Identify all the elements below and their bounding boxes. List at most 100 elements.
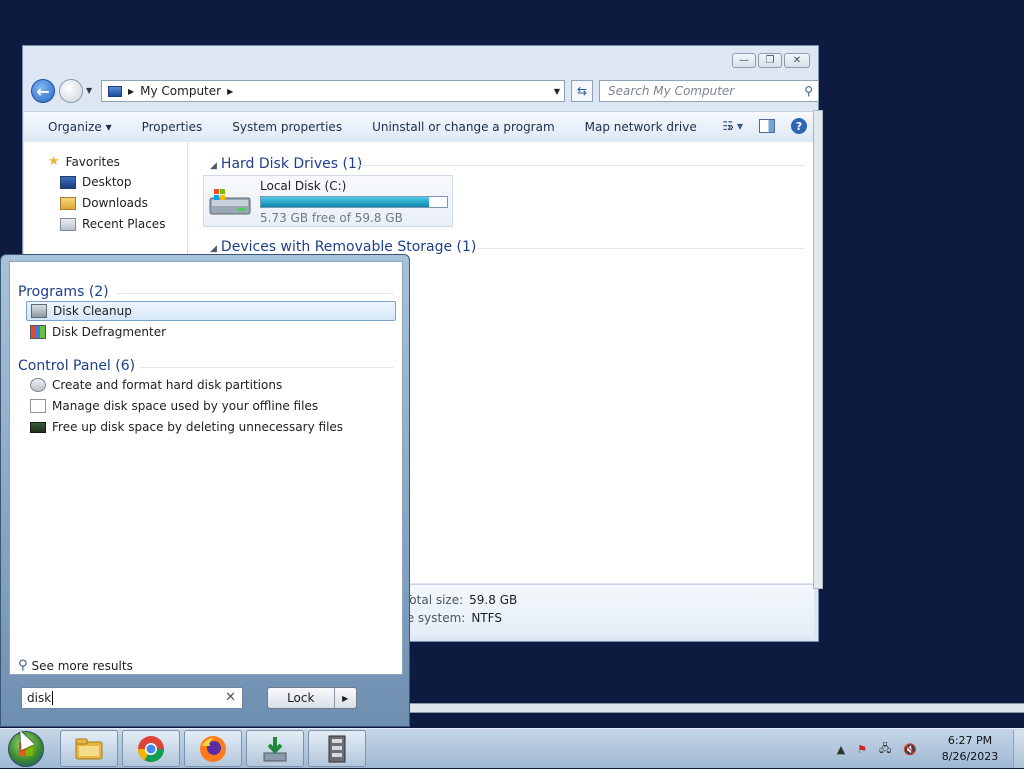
control-panel-header[interactable]: Control Panel (6) [18,358,135,374]
local-disk-c[interactable]: Local Disk (C:) 5.73 GB free of 59.8 GB [203,175,453,227]
map-network-drive-button[interactable]: Map network drive [570,120,712,134]
nav-desktop-label: Desktop [82,175,132,189]
desktop-icon [60,175,76,189]
refresh-button[interactable]: ⇆ [571,80,593,102]
show-desktop-button[interactable] [1013,730,1024,768]
search-icon: ⚲ [18,658,28,673]
taskbar-installer[interactable] [246,730,304,767]
recent-places-icon [60,217,76,231]
breadcrumb-chevron-icon[interactable]: ▶ [128,87,134,96]
result-free-up-disk-space[interactable]: Free up disk space by deleting unnecessa… [26,417,396,437]
maximize-button[interactable]: ❐ [758,53,782,68]
help-icon[interactable]: ? [791,118,807,134]
volume-muted-icon[interactable]: 🔇 [903,743,917,756]
vertical-scrollbar[interactable] [813,110,823,589]
clock[interactable]: 6:27 PM 8/26/2023 [929,733,1011,765]
clock-time: 6:27 PM [947,734,993,747]
drive-usage-bar [260,196,448,208]
command-bar: Organize ▾ Properties System properties … [24,111,817,143]
breadcrumb-chevron-icon[interactable]: ▶ [227,87,233,96]
system-properties-button[interactable]: System properties [217,120,357,134]
detail-file-system: File system: NTFS [394,611,502,625]
folder-icon [75,738,103,759]
nav-downloads[interactable]: Downloads [60,196,148,210]
star-icon: ★ [48,154,60,169]
restore-icon: ❐ [765,55,775,66]
clock-date: 8/26/2023 [941,750,999,763]
nav-recent-places[interactable]: Recent Places [60,217,165,231]
start-menu: Programs (2) Disk Cleanup Disk Defragmen… [0,254,410,727]
group-hard-disk-drives[interactable]: ◢ Hard Disk Drives (1) [210,156,362,172]
start-search-input[interactable]: disk ✕ [21,687,243,709]
group-divider [478,248,805,249]
taskbar-archive[interactable] [308,730,366,767]
search-icon[interactable]: ⚲ [804,84,813,98]
organize-button[interactable]: Organize ▾ [24,120,127,134]
breadcrumb-my-computer[interactable]: My Computer [140,84,221,98]
drive-free-space: 5.73 GB free of 59.8 GB [260,211,403,225]
minimize-button[interactable]: — [732,53,756,68]
result-disk-defragmenter[interactable]: Disk Defragmenter [26,322,396,342]
computer-icon [108,85,122,97]
result-label: Manage disk space used by your offline f… [52,399,319,413]
address-bar[interactable]: ▶ My Computer ▶ ▼ [101,80,565,102]
group-removable-label: Devices with Removable Storage (1) [220,239,477,255]
taskbar-explorer[interactable] [60,730,118,767]
taskbar-firefox[interactable] [184,730,242,767]
action-center-flag-icon[interactable]: ⚑ [857,743,867,756]
collapse-triangle-icon[interactable]: ◢ [210,161,217,171]
collapse-triangle-icon[interactable]: ◢ [210,244,217,254]
drive-name: Local Disk (C:) [260,179,347,193]
search-placeholder: Search My Computer [608,84,735,98]
see-more-results-link[interactable]: ⚲ See more results [18,658,133,673]
taskbar-chrome[interactable] [122,730,180,767]
result-label: Create and format hard disk partitions [52,378,283,392]
result-label: Disk Cleanup [53,304,132,318]
nav-favorites[interactable]: ★ Favorites [48,154,120,169]
disk-icon [30,421,46,433]
detail-file-system-value: NTFS [471,611,502,625]
programs-header[interactable]: Programs (2) [18,284,109,300]
downloads-folder-icon [60,196,76,210]
network-icon[interactable]: 🖧 [879,740,891,759]
preview-pane-icon[interactable] [759,119,775,133]
group-hard-disk-label: Hard Disk Drives (1) [220,156,363,172]
section-divider [116,293,394,294]
search-results-pane: Programs (2) Disk Cleanup Disk Defragmen… [9,261,403,675]
search-input[interactable]: Search My Computer ⚲ [599,80,819,102]
close-icon: ✕ [792,55,802,66]
detail-total-size: Total size: 59.8 GB [404,593,517,607]
shutdown-options-arrow-icon[interactable]: ▶ [333,688,357,708]
show-hidden-icons-icon[interactable]: ▲ [837,743,845,756]
properties-button[interactable]: Properties [127,120,218,134]
result-manage-offline-files[interactable]: Manage disk space used by your offline f… [26,396,396,416]
firefox-icon [200,735,226,762]
forward-button[interactable] [59,79,83,103]
change-view-icon[interactable]: ☷ ▾ [722,119,743,133]
detail-total-size-value: 59.8 GB [469,593,518,607]
back-button[interactable]: ← [31,79,55,103]
group-removable-storage[interactable]: ◢ Devices with Removable Storage (1) [210,239,476,255]
address-dropdown-icon[interactable]: ▼ [554,87,560,96]
background-window-scrollbar[interactable] [410,703,1024,713]
result-create-format-partitions[interactable]: Create and format hard disk partitions [26,375,396,395]
nav-recent-places-label: Recent Places [82,217,166,231]
hard-drive-icon [209,189,251,215]
drive-usage-fill [261,197,430,207]
chrome-icon [137,735,165,762]
document-icon [30,399,46,413]
result-label: Disk Defragmenter [52,325,167,339]
notification-area: ▲ ⚑ 🖧 🔇 6:27 PM 8/26/2023 [837,729,1024,769]
uninstall-program-button[interactable]: Uninstall or change a program [357,120,570,134]
close-button[interactable]: ✕ [784,53,810,68]
clear-search-icon[interactable]: ✕ [225,690,236,705]
caption-buttons: — ❐ ✕ [732,53,810,68]
lock-button[interactable]: Lock ▶ [267,687,357,709]
lock-label: Lock [287,691,315,705]
arrow-left-icon: ← [36,81,50,101]
result-disk-cleanup[interactable]: Disk Cleanup [26,301,396,321]
start-search-value: disk [27,691,52,705]
nav-desktop[interactable]: Desktop [60,175,132,189]
recent-pages-dropdown[interactable]: ▼ [86,86,92,95]
nav-favorites-label: Favorites [65,154,120,169]
